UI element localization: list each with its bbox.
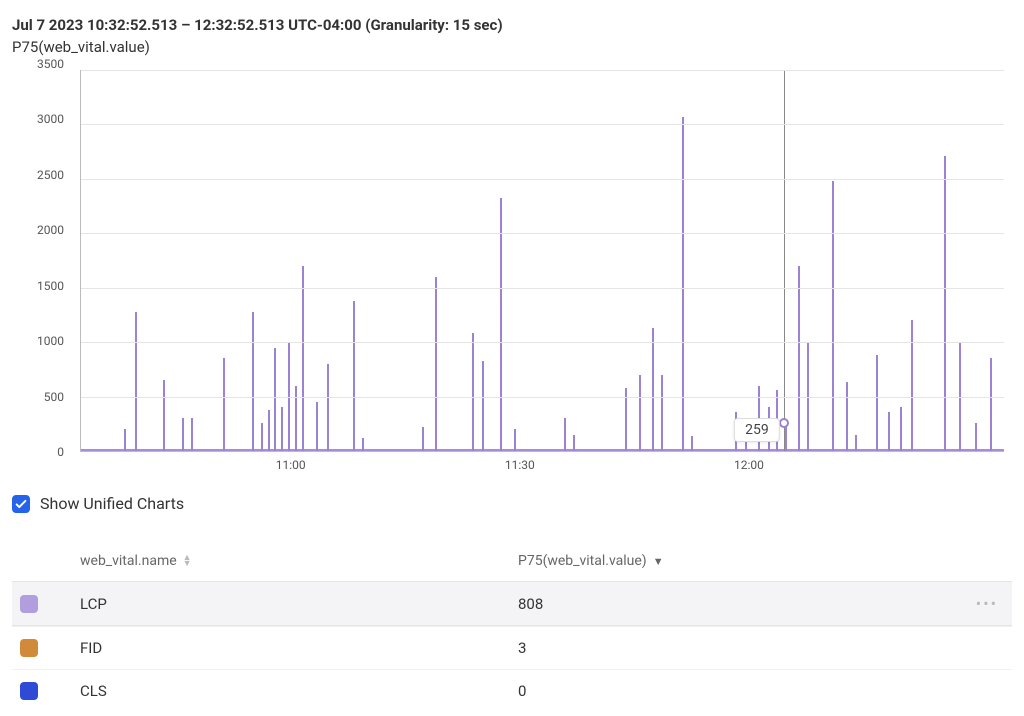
y-tick-label: 500: [44, 390, 64, 404]
gridline: [81, 70, 1004, 71]
data-spike: [422, 427, 424, 451]
column-header-name[interactable]: web_vital.name ▲▼: [80, 553, 518, 569]
y-tick-label: 0: [57, 445, 64, 459]
data-spike: [900, 407, 902, 451]
data-spike: [163, 380, 165, 451]
metric-label: P75(web_vital.value): [12, 38, 1012, 56]
caret-down-icon: ▼: [653, 555, 664, 568]
color-swatch: [20, 595, 38, 613]
row-value: 808: [518, 595, 956, 613]
y-tick-label: 3500: [37, 57, 64, 71]
color-swatch: [20, 682, 38, 700]
y-tick-label: 3000: [37, 112, 64, 126]
table-row[interactable]: CLS0: [12, 669, 1012, 712]
data-spike: [482, 361, 484, 451]
data-spike: [564, 418, 566, 451]
plot-region[interactable]: 259: [80, 70, 1004, 452]
x-tick-label: 11:30: [505, 458, 535, 472]
data-table: web_vital.name ▲▼ P75(web_vital.value) ▼…: [12, 541, 1012, 712]
data-spike: [316, 402, 318, 451]
y-tick-label: 2500: [37, 168, 64, 182]
data-spike: [302, 266, 304, 451]
show-unified-label: Show Unified Charts: [40, 494, 184, 513]
data-spike: [268, 410, 270, 451]
data-spike: [500, 198, 502, 451]
data-spike: [191, 418, 193, 451]
data-spike: [472, 333, 474, 451]
column-header-value[interactable]: P75(web_vital.value) ▼: [518, 553, 956, 569]
data-spike: [353, 301, 355, 451]
data-spike: [888, 412, 890, 451]
data-spike: [846, 382, 848, 451]
gridline: [81, 233, 1004, 234]
data-spike: [281, 407, 283, 451]
table-row[interactable]: LCP808•••: [12, 581, 1012, 626]
check-icon: [14, 497, 28, 511]
chart-area[interactable]: 0500100015002000250030003500 259 11:0011…: [12, 64, 1012, 484]
data-spike: [135, 312, 137, 451]
column-header-name-label: web_vital.name: [80, 553, 177, 569]
data-spike: [990, 358, 992, 451]
x-tick-label: 11:00: [276, 458, 306, 472]
column-header-value-label: P75(web_vital.value): [518, 553, 647, 569]
gridline: [81, 342, 1004, 343]
row-name: LCP: [80, 595, 518, 613]
data-spike: [876, 355, 878, 451]
data-spike: [832, 181, 834, 451]
data-spike: [639, 375, 641, 451]
data-spike: [124, 429, 126, 451]
gridline: [81, 288, 1004, 289]
data-spike: [182, 418, 184, 451]
y-axis: 0500100015002000250030003500: [12, 64, 72, 452]
data-spike: [223, 358, 225, 451]
hover-tooltip: 259: [734, 418, 780, 442]
data-spike: [682, 117, 684, 451]
gridline: [81, 124, 1004, 125]
y-tick-label: 1500: [37, 279, 64, 293]
gridline: [81, 179, 1004, 180]
gridline: [81, 397, 1004, 398]
y-tick-label: 2000: [37, 223, 64, 237]
row-value: 0: [518, 682, 956, 700]
data-spike: [975, 423, 977, 451]
hover-marker: [779, 418, 789, 428]
data-spike: [944, 156, 946, 451]
data-spike: [514, 429, 516, 451]
show-unified-checkbox[interactable]: [12, 495, 30, 513]
x-tick-label: 12:00: [734, 458, 764, 472]
table-header: web_vital.name ▲▼ P75(web_vital.value) ▼: [12, 541, 1012, 581]
data-spike: [911, 320, 913, 451]
row-name: FID: [80, 639, 518, 657]
time-range-title: Jul 7 2023 10:32:52.513 – 12:32:52.513 U…: [12, 16, 1012, 34]
data-spike: [798, 266, 800, 451]
data-spike: [274, 348, 276, 451]
row-value: 3: [518, 639, 956, 657]
more-icon[interactable]: •••: [956, 594, 1004, 613]
data-spike: [661, 375, 663, 451]
data-spike: [435, 277, 437, 451]
y-tick-label: 1000: [37, 334, 64, 348]
sort-icon: ▲▼: [183, 555, 192, 567]
row-name: CLS: [80, 682, 518, 700]
data-spike: [261, 423, 263, 451]
x-axis: 11:00 11:30 12:00: [80, 456, 1004, 484]
data-spike: [652, 328, 654, 451]
data-spike: [295, 386, 297, 451]
hover-guideline: [784, 70, 785, 451]
series-baseline: [81, 449, 1004, 451]
table-row[interactable]: FID3: [12, 626, 1012, 669]
data-spike: [327, 364, 329, 451]
data-spike: [252, 312, 254, 451]
color-swatch: [20, 639, 38, 657]
